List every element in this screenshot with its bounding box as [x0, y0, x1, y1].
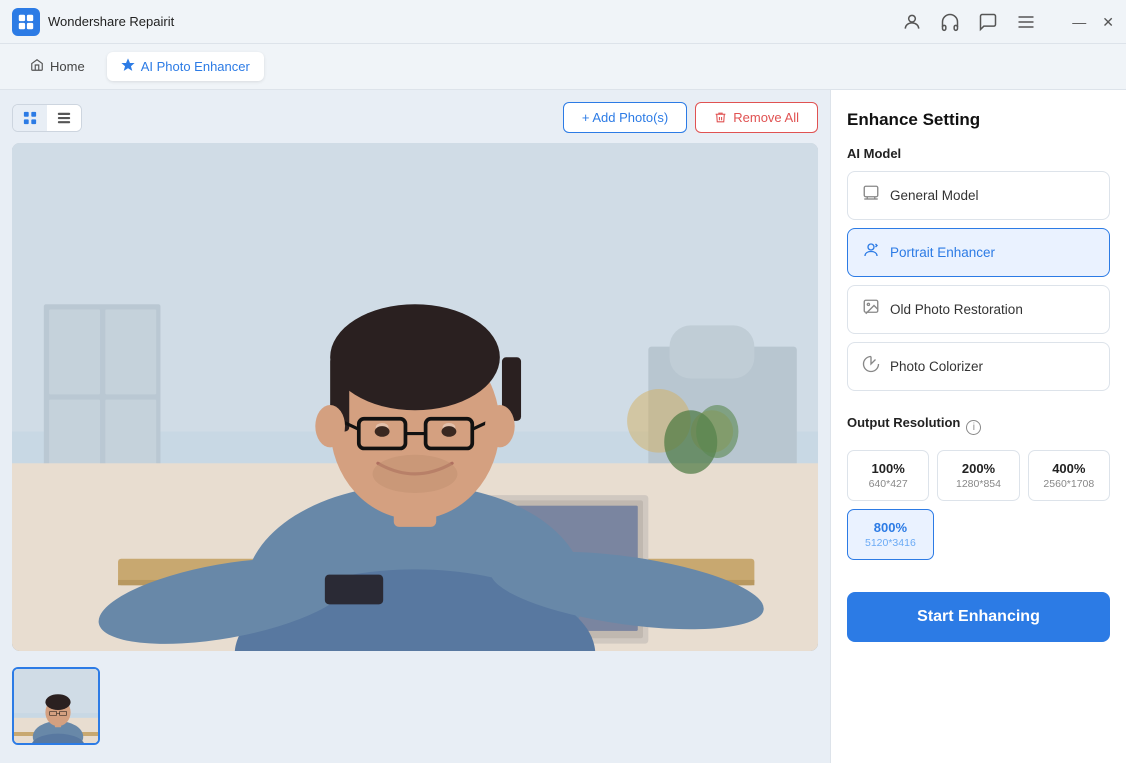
- thumbnail-item[interactable]: [12, 667, 100, 745]
- remove-all-button[interactable]: Remove All: [695, 102, 818, 133]
- account-icon[interactable]: [902, 12, 922, 32]
- enhancer-icon: [121, 58, 135, 75]
- portrait-enhancer-icon: [862, 241, 880, 264]
- view-toggle: [12, 104, 82, 132]
- resolution-grid: 100% 640*427 200% 1280*854 400% 2560*170…: [847, 450, 1110, 501]
- ai-model-label: AI Model: [847, 146, 1110, 161]
- ai-enhancer-tab-label: AI Photo Enhancer: [141, 59, 250, 74]
- ai-enhancer-tab[interactable]: AI Photo Enhancer: [107, 52, 264, 81]
- toolbar: + Add Photo(s) Remove All: [12, 102, 818, 133]
- info-icon[interactable]: i: [966, 420, 981, 435]
- res-400-dim: 2560*1708: [1043, 478, 1094, 490]
- app-name: Wondershare Repairit: [48, 14, 902, 29]
- app-logo: [12, 8, 40, 36]
- res-100-dim: 640*427: [869, 478, 908, 490]
- titlebar: Wondershare Repairit: [0, 0, 1126, 44]
- thumbnail-strip: [12, 661, 818, 751]
- home-tab-label: Home: [50, 59, 85, 74]
- portrait-enhancer-label: Portrait Enhancer: [890, 245, 995, 260]
- res-800-percent: 800%: [874, 520, 907, 535]
- close-button[interactable]: ✕: [1102, 15, 1114, 29]
- old-photo-label: Old Photo Restoration: [890, 302, 1023, 317]
- right-panel: Enhance Setting AI Model General Model: [830, 90, 1126, 763]
- resolution-label-row: Output Resolution i: [847, 415, 1110, 440]
- photo-svg: [12, 143, 818, 651]
- general-model-button[interactable]: General Model: [847, 171, 1110, 220]
- photo-preview: [12, 143, 818, 651]
- resolution-section: Output Resolution i 100% 640*427 200% 12…: [847, 415, 1110, 560]
- grid-view-button[interactable]: [13, 105, 47, 131]
- resolution-100-button[interactable]: 100% 640*427: [847, 450, 929, 501]
- res-200-percent: 200%: [962, 461, 995, 476]
- general-model-label: General Model: [890, 188, 979, 203]
- res-100-percent: 100%: [872, 461, 905, 476]
- res-200-dim: 1280*854: [956, 478, 1001, 490]
- titlebar-icons: — ✕: [902, 12, 1114, 32]
- win-controls: — ✕: [1072, 15, 1114, 29]
- panel-title: Enhance Setting: [847, 110, 1110, 130]
- resolution-800-button[interactable]: 800% 5120*3416: [847, 509, 934, 560]
- portrait-enhancer-button[interactable]: Portrait Enhancer: [847, 228, 1110, 277]
- res-800-dim: 5120*3416: [865, 537, 916, 549]
- home-tab[interactable]: Home: [16, 52, 99, 81]
- old-photo-button[interactable]: Old Photo Restoration: [847, 285, 1110, 334]
- list-view-button[interactable]: [47, 105, 81, 131]
- resolution-800-row: 800% 5120*3416: [847, 509, 1110, 560]
- navbar: Home AI Photo Enhancer: [0, 44, 1126, 90]
- colorizer-label: Photo Colorizer: [890, 359, 983, 374]
- headphone-icon[interactable]: [940, 12, 960, 32]
- colorizer-icon: [862, 355, 880, 378]
- old-photo-icon: [862, 298, 880, 321]
- main-content: + Add Photo(s) Remove All: [0, 90, 1126, 763]
- res-400-percent: 400%: [1052, 461, 1085, 476]
- home-icon: [30, 58, 44, 75]
- left-panel: + Add Photo(s) Remove All: [0, 90, 830, 763]
- add-photos-button[interactable]: + Add Photo(s): [563, 102, 687, 133]
- resolution-label: Output Resolution: [847, 415, 960, 430]
- remove-all-label: Remove All: [733, 110, 799, 125]
- ai-model-section: AI Model General Model: [847, 146, 1110, 399]
- menu-icon[interactable]: [1016, 12, 1036, 32]
- general-model-icon: [862, 184, 880, 207]
- start-enhancing-button[interactable]: Start Enhancing: [847, 592, 1110, 642]
- colorizer-button[interactable]: Photo Colorizer: [847, 342, 1110, 391]
- minimize-button[interactable]: —: [1072, 15, 1086, 29]
- resolution-200-button[interactable]: 200% 1280*854: [937, 450, 1019, 501]
- chat-icon[interactable]: [978, 12, 998, 32]
- resolution-400-button[interactable]: 400% 2560*1708: [1028, 450, 1110, 501]
